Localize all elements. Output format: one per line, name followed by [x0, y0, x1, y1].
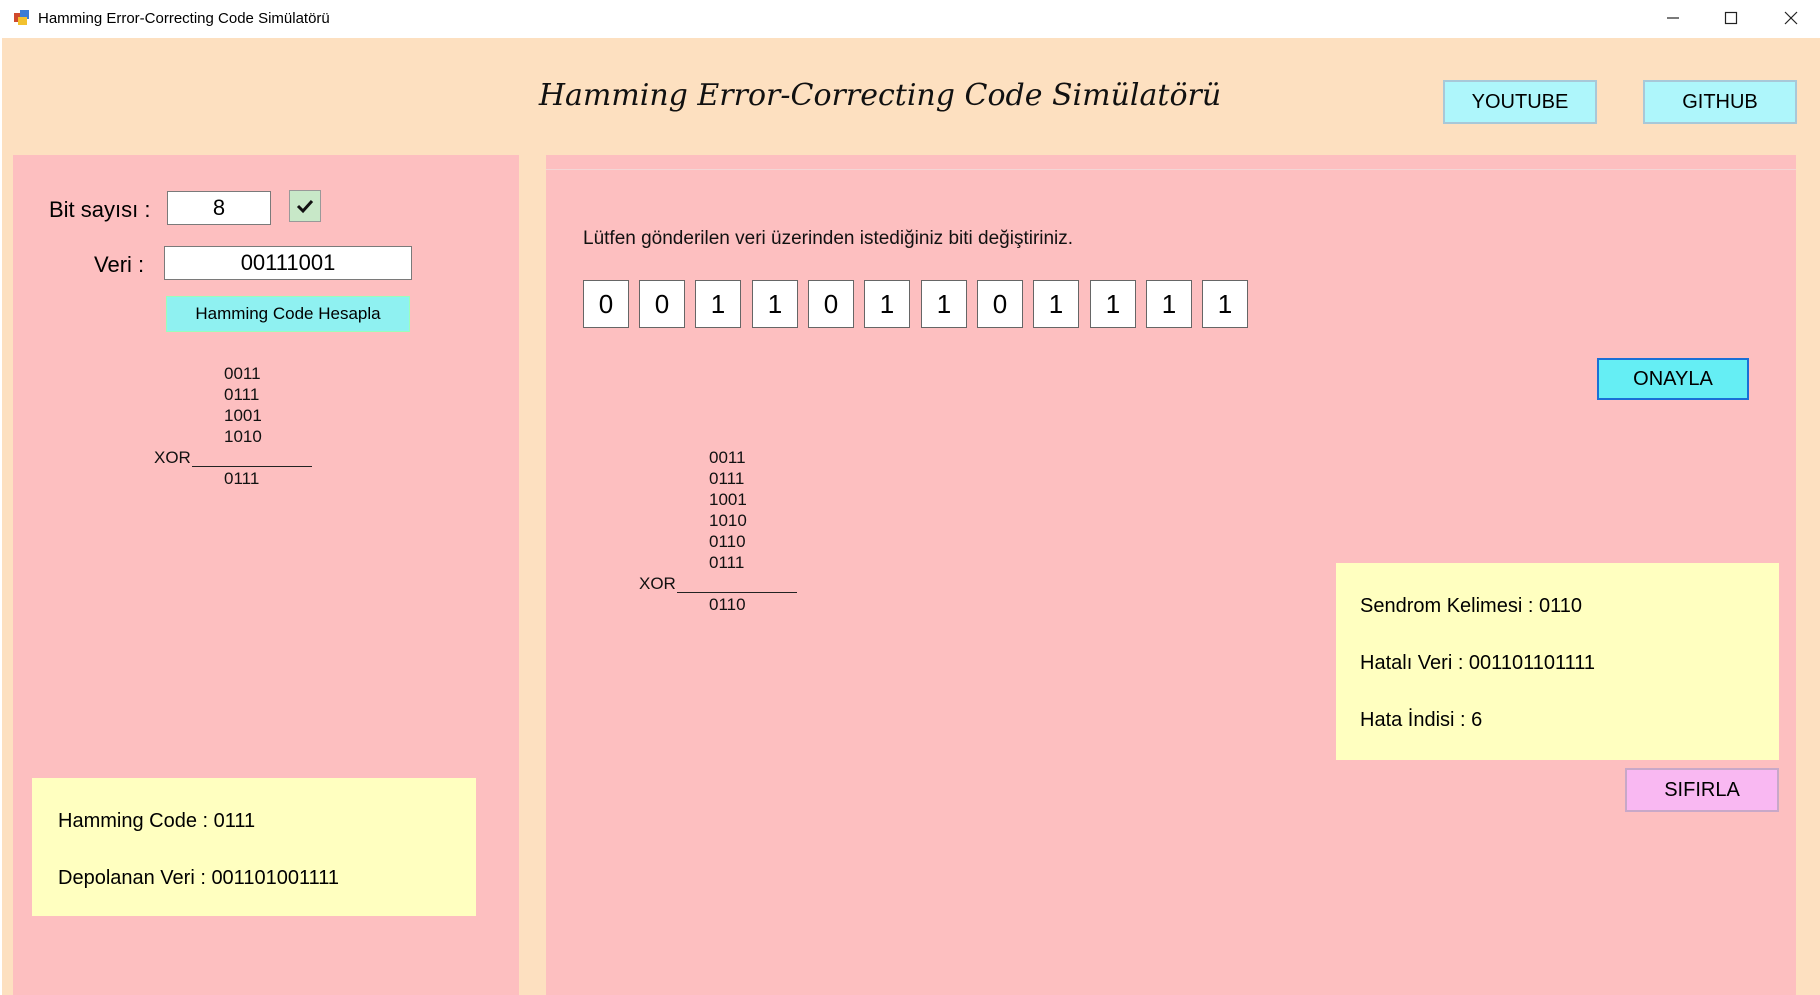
xor-row: 0110 — [709, 532, 746, 551]
github-button[interactable]: GITHUB — [1643, 80, 1797, 124]
faulty-data-text: Hatalı Veri : 001101101111 — [1360, 652, 1595, 674]
calculate-hamming-button[interactable]: Hamming Code Hesapla — [166, 296, 410, 332]
bit-box[interactable]: 1 — [1090, 280, 1136, 328]
error-index-text: Hata İndisi : 6 — [1360, 709, 1483, 731]
xor-row: 0111 — [709, 469, 745, 488]
xor-row: 0011 — [224, 364, 261, 383]
xor-label: XOR — [154, 448, 191, 467]
bit-box[interactable]: 1 — [921, 280, 967, 328]
xor-result: 0111 — [224, 469, 260, 488]
window-title: Hamming Error-Correcting Code Simülatörü — [38, 10, 330, 27]
app-heading: Hamming Error-Correcting Code Simülatörü — [538, 78, 1222, 113]
app-icon — [14, 10, 30, 26]
bit-box[interactable]: 1 — [1146, 280, 1192, 328]
xor-row: 1001 — [224, 406, 262, 425]
hamming-result-box: Hamming Code : 0111 Depolanan Veri : 001… — [32, 778, 476, 916]
bit-box[interactable]: 0 — [977, 280, 1023, 328]
instruction-text: Lütfen gönderilen veri üzerinden istediğ… — [583, 228, 1074, 249]
close-icon[interactable] — [1762, 0, 1820, 38]
data-label: Veri : — [94, 252, 145, 277]
data-input[interactable]: 00111001 — [164, 246, 412, 280]
bit-box[interactable]: 1 — [695, 280, 741, 328]
xor-result: 0110 — [709, 595, 746, 614]
bit-box[interactable]: 0 — [808, 280, 854, 328]
bit-box[interactable]: 1 — [752, 280, 798, 328]
xor-row: 0111 — [224, 385, 260, 404]
youtube-button[interactable]: YOUTUBE — [1443, 80, 1597, 124]
stored-data-text: Depolanan Veri : 001101001111 — [58, 867, 339, 889]
title-bar: Hamming Error-Correcting Code Simülatörü — [0, 0, 1820, 38]
maximize-icon[interactable] — [1702, 0, 1760, 38]
check-icon[interactable] — [289, 190, 321, 222]
bit-count-label: Bit sayısı : — [49, 197, 151, 222]
xor-row: 1010 — [224, 427, 262, 446]
xor-line — [192, 466, 312, 467]
bit-box[interactable]: 1 — [864, 280, 910, 328]
xor-row: 1010 — [709, 511, 747, 530]
xor-row: 0011 — [709, 448, 746, 467]
hamming-code-text: Hamming Code : 0111 — [58, 810, 256, 832]
xor-label: XOR — [639, 574, 676, 593]
bit-box[interactable]: 0 — [639, 280, 685, 328]
xor-row: 0111 — [709, 553, 745, 572]
minimize-icon[interactable] — [1644, 0, 1702, 38]
syndrome-text: Sendrom Kelimesi : 0110 — [1360, 595, 1582, 617]
bit-box[interactable]: 1 — [1202, 280, 1248, 328]
bit-box[interactable]: 1 — [1033, 280, 1079, 328]
reset-button[interactable]: SIFIRLA — [1625, 768, 1779, 812]
xor-row: 1001 — [709, 490, 747, 509]
bit-box[interactable]: 0 — [583, 280, 629, 328]
xor-line — [677, 592, 797, 593]
bit-count-input[interactable]: 8 — [167, 191, 271, 225]
confirm-button[interactable]: ONAYLA — [1597, 358, 1749, 400]
syndrome-result-box: Sendrom Kelimesi : 0110 Hatalı Veri : 00… — [1336, 563, 1779, 760]
